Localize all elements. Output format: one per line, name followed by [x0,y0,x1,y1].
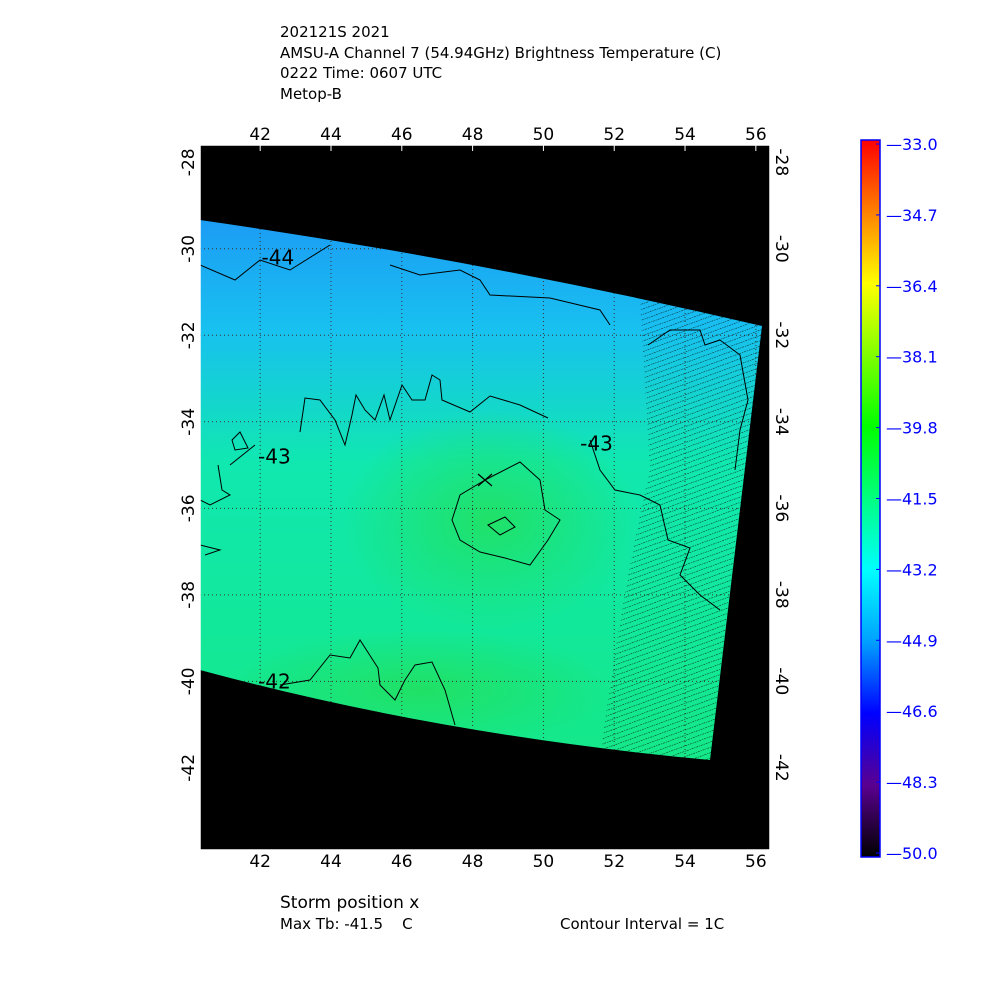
y-tick-label-right: -36 [771,494,791,522]
x-tick-label-top: 46 [391,125,413,145]
x-tick-label-top: 48 [462,125,484,145]
colorbar-tick-label: —48.3 [886,773,938,792]
x-tick-label-top: 50 [533,125,555,145]
x-tick-label-top: 56 [745,125,767,145]
y-tick-label-left: -36 [179,494,199,522]
x-tick-label-top: 52 [603,125,625,145]
colorbar-tick-label: —39.8 [886,419,938,438]
y-tick-label-left: -40 [179,667,199,695]
x-tick-label-bottom: 50 [533,852,555,872]
y-tick-label-left: -32 [179,321,199,349]
y-tick-label-left: -42 [179,754,199,782]
x-tick-label-bottom: 46 [391,852,413,872]
y-tick-label-left: -28 [179,148,199,176]
x-tick-label-top: 54 [674,125,696,145]
storm-position-legend: Storm position x [280,893,420,913]
y-tick-label-right: -40 [771,667,791,695]
colorbar-tick-label: —36.4 [886,277,938,296]
x-tick-label-bottom: 44 [320,852,342,872]
colorbar-tick-label: —33.0 [886,135,938,154]
colorbar-tick-label: —46.6 [886,702,938,721]
contour-label: -42 [258,669,291,693]
y-tick-label-right: -30 [771,235,791,263]
y-tick-label-right: -28 [771,148,791,176]
y-tick-label-left: -30 [179,235,199,263]
x-tick-label-bottom: 42 [249,852,271,872]
colorbar-tick-label: —43.2 [886,560,938,579]
colorbar-tick-label: —50.0 [886,844,938,863]
contour-label: -43 [580,431,613,455]
y-tick-label-left: -38 [179,581,199,609]
x-tick-label-bottom: 54 [674,852,696,872]
y-tick-label-right: -32 [771,321,791,349]
max-tb-label: Max Tb: -41.5 C [280,915,413,933]
y-tick-label-right: -38 [771,581,791,609]
colorbar-tick-label: —38.1 [886,348,938,367]
x-tick-label-bottom: 48 [462,852,484,872]
contour-label: -43 [258,444,291,468]
contour-interval-label: Contour Interval = 1C [560,915,725,933]
colorbar-tick-label: —34.7 [886,206,938,225]
y-tick-label-left: -34 [179,408,199,436]
contour-label: -44 [262,245,295,269]
map-svg: -44 -43 -43 -42 42 42 44 44 46 46 48 48 50 50 52 52 54 5… [179,125,938,872]
colorbar-tick-label: —44.9 [886,631,938,650]
x-tick-label-top: 42 [249,125,271,145]
colorbar: —33.0 —34.7 —36.4 —38.1 —39.8 —41.5 —43.2 —44.9… [860,135,938,863]
tb-plot: 202121S 2021 AMSU-A Channel 7 (54.94GHz)… [0,0,1000,1000]
x-tick-label-bottom: 52 [603,852,625,872]
y-tick-label-right: -42 [771,754,791,782]
colorbar-tick-label: —41.5 [886,490,938,509]
x-tick-label-bottom: 56 [745,852,767,872]
x-tick-label-top: 44 [320,125,342,145]
y-tick-label-right: -34 [771,408,791,436]
